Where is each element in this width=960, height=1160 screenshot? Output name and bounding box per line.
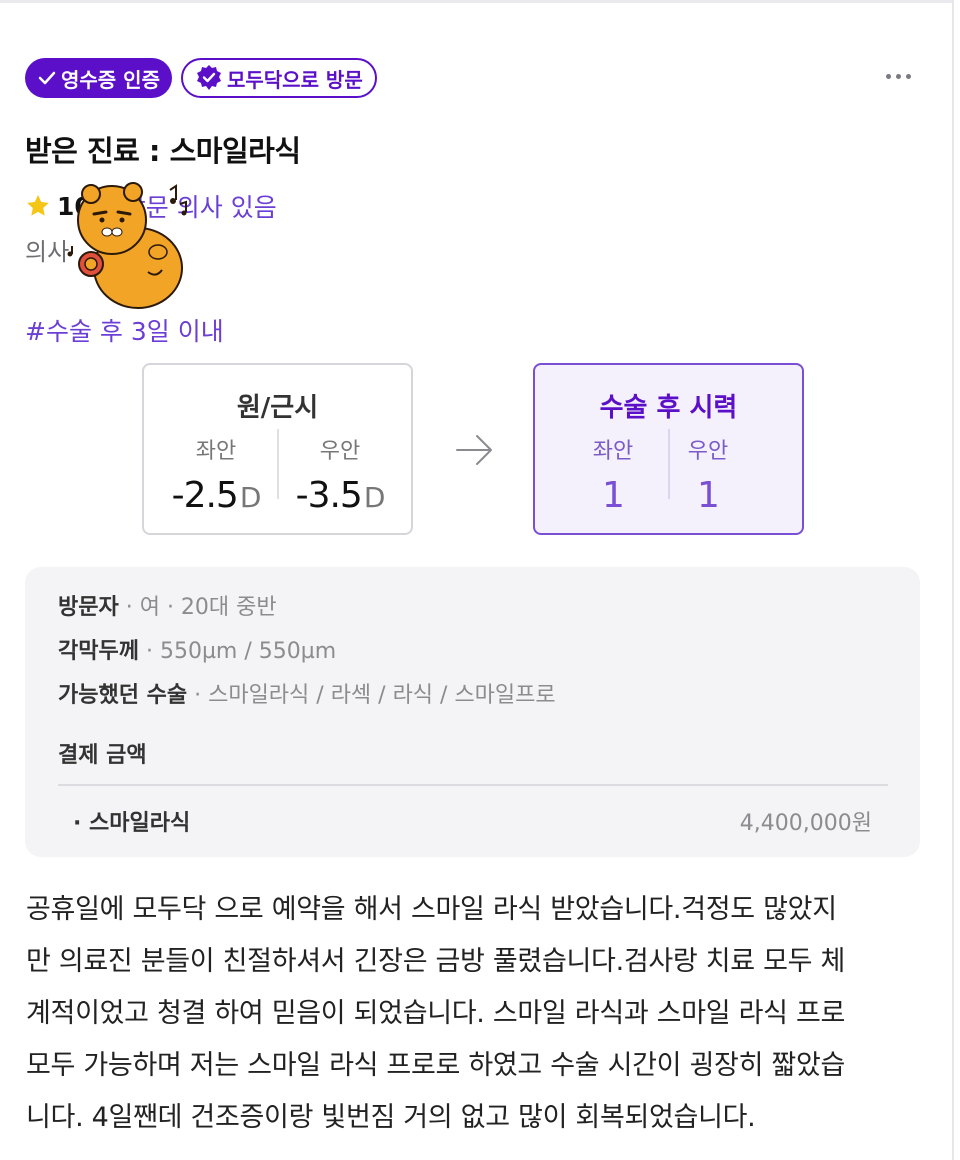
before-right-value: -3.5	[295, 475, 363, 516]
review-line: 니다. 4일짼데 건조증이랑 빛번짐 거의 없고 많이 회복되었습니다.	[26, 1102, 756, 1133]
before-right-label: 우안	[319, 439, 361, 464]
before-left-label: 좌안	[195, 439, 237, 464]
review-line: 공휴일에 모두닥 으로 예약을 해서 스마일 라식 받았습니다.걱정도 많았지	[26, 894, 837, 925]
verified-seal-icon	[196, 65, 221, 90]
cornea-row: 각막두께 · 550µm / 550µm	[58, 633, 336, 665]
ryan-character-sticker	[67, 182, 187, 309]
before-left-eye: 좌안 -2.5D	[156, 433, 276, 516]
visit-badge-label: 모두닥으로 방문	[226, 67, 363, 92]
visitor-row: 방문자 · 여 · 20대 중반	[58, 589, 277, 621]
modoodoc-visit-badge: 모두닥으로 방문	[180, 58, 377, 98]
vision-before-divider	[277, 429, 279, 499]
visitor-key: 방문자	[58, 595, 119, 620]
receipt-verified-badge: 영수증 인증	[25, 58, 172, 98]
vision-before-box: 원/근시 좌안 -2.5D 우안 -3.5D	[142, 363, 413, 535]
payment-item: · 스마일라식	[73, 811, 191, 836]
after-right-eye: 우안 1	[648, 433, 768, 516]
before-right-eye: 우안 -3.5D	[280, 433, 400, 516]
payment-label: 결제 금액	[58, 743, 147, 768]
review-line: 만 의료진 분들이 친절하셔서 긴장은 금방 풀렸습니다.검사랑 치료 모두 체	[26, 946, 846, 977]
check-icon	[38, 71, 56, 85]
possible-surgery-row: 가능했던 수술 · 스마일라식 / 라섹 / 라식 / 스마일프로	[58, 677, 556, 709]
possible-surgery-key: 가능했던 수술	[58, 683, 188, 708]
treatment-title: 받은 진료 : 스마일라식	[25, 134, 301, 168]
review-text: 공휴일에 모두닥 으로 예약을 해서 스마일 라식 받았습니다.걱정도 많았지 …	[26, 884, 916, 1144]
payment-divider	[58, 784, 888, 786]
possible-surgery-value: · 스마일라식 / 라섹 / 라식 / 스마일프로	[187, 683, 556, 708]
cornea-value: · 550µm / 550µm	[138, 639, 337, 664]
hashtag-period[interactable]: #수술 후 3일 이내	[25, 312, 224, 348]
star-icon	[27, 194, 49, 216]
receipt-badge-label: 영수증 인증	[61, 67, 160, 92]
badge-group: 영수증 인증 모두닥으로 방문	[25, 58, 377, 98]
before-right-unit: D	[363, 481, 386, 514]
review-line: 계적이었고 청결 하여 믿음이 되었습니다. 스마일 라식과 스마일 라식 프로	[26, 998, 846, 1029]
right-border	[952, 0, 954, 1160]
payment-price: 4,400,000원	[739, 811, 872, 836]
arrow-right-icon	[456, 435, 492, 465]
more-options-icon[interactable]	[886, 74, 911, 79]
after-right-label: 우안	[687, 439, 729, 464]
review-card: 영수증 인증 모두닥으로 방문 받은 진료 : 스마일라식 10 재방문 의사 …	[0, 0, 952, 1160]
after-right-value: 1	[697, 475, 720, 516]
visit-info-panel: 방문자 · 여 · 20대 중반 각막두께 · 550µm / 550µm 가능…	[25, 567, 920, 857]
before-left-value: -2.5	[171, 475, 239, 516]
review-line: 모두 가능하며 저는 스마일 라식 프로로 하였고 수술 시간이 굉장히 짧았습	[26, 1050, 846, 1081]
vision-after-box: 수술 후 시력 좌안 1 우안 1	[533, 363, 804, 535]
visitor-value: · 여 · 20대 중반	[118, 595, 277, 620]
before-left-unit: D	[239, 481, 262, 514]
vision-before-title: 원/근시	[236, 393, 319, 423]
cornea-key: 각막두께	[58, 639, 139, 664]
vision-after-title: 수술 후 시력	[599, 393, 738, 423]
